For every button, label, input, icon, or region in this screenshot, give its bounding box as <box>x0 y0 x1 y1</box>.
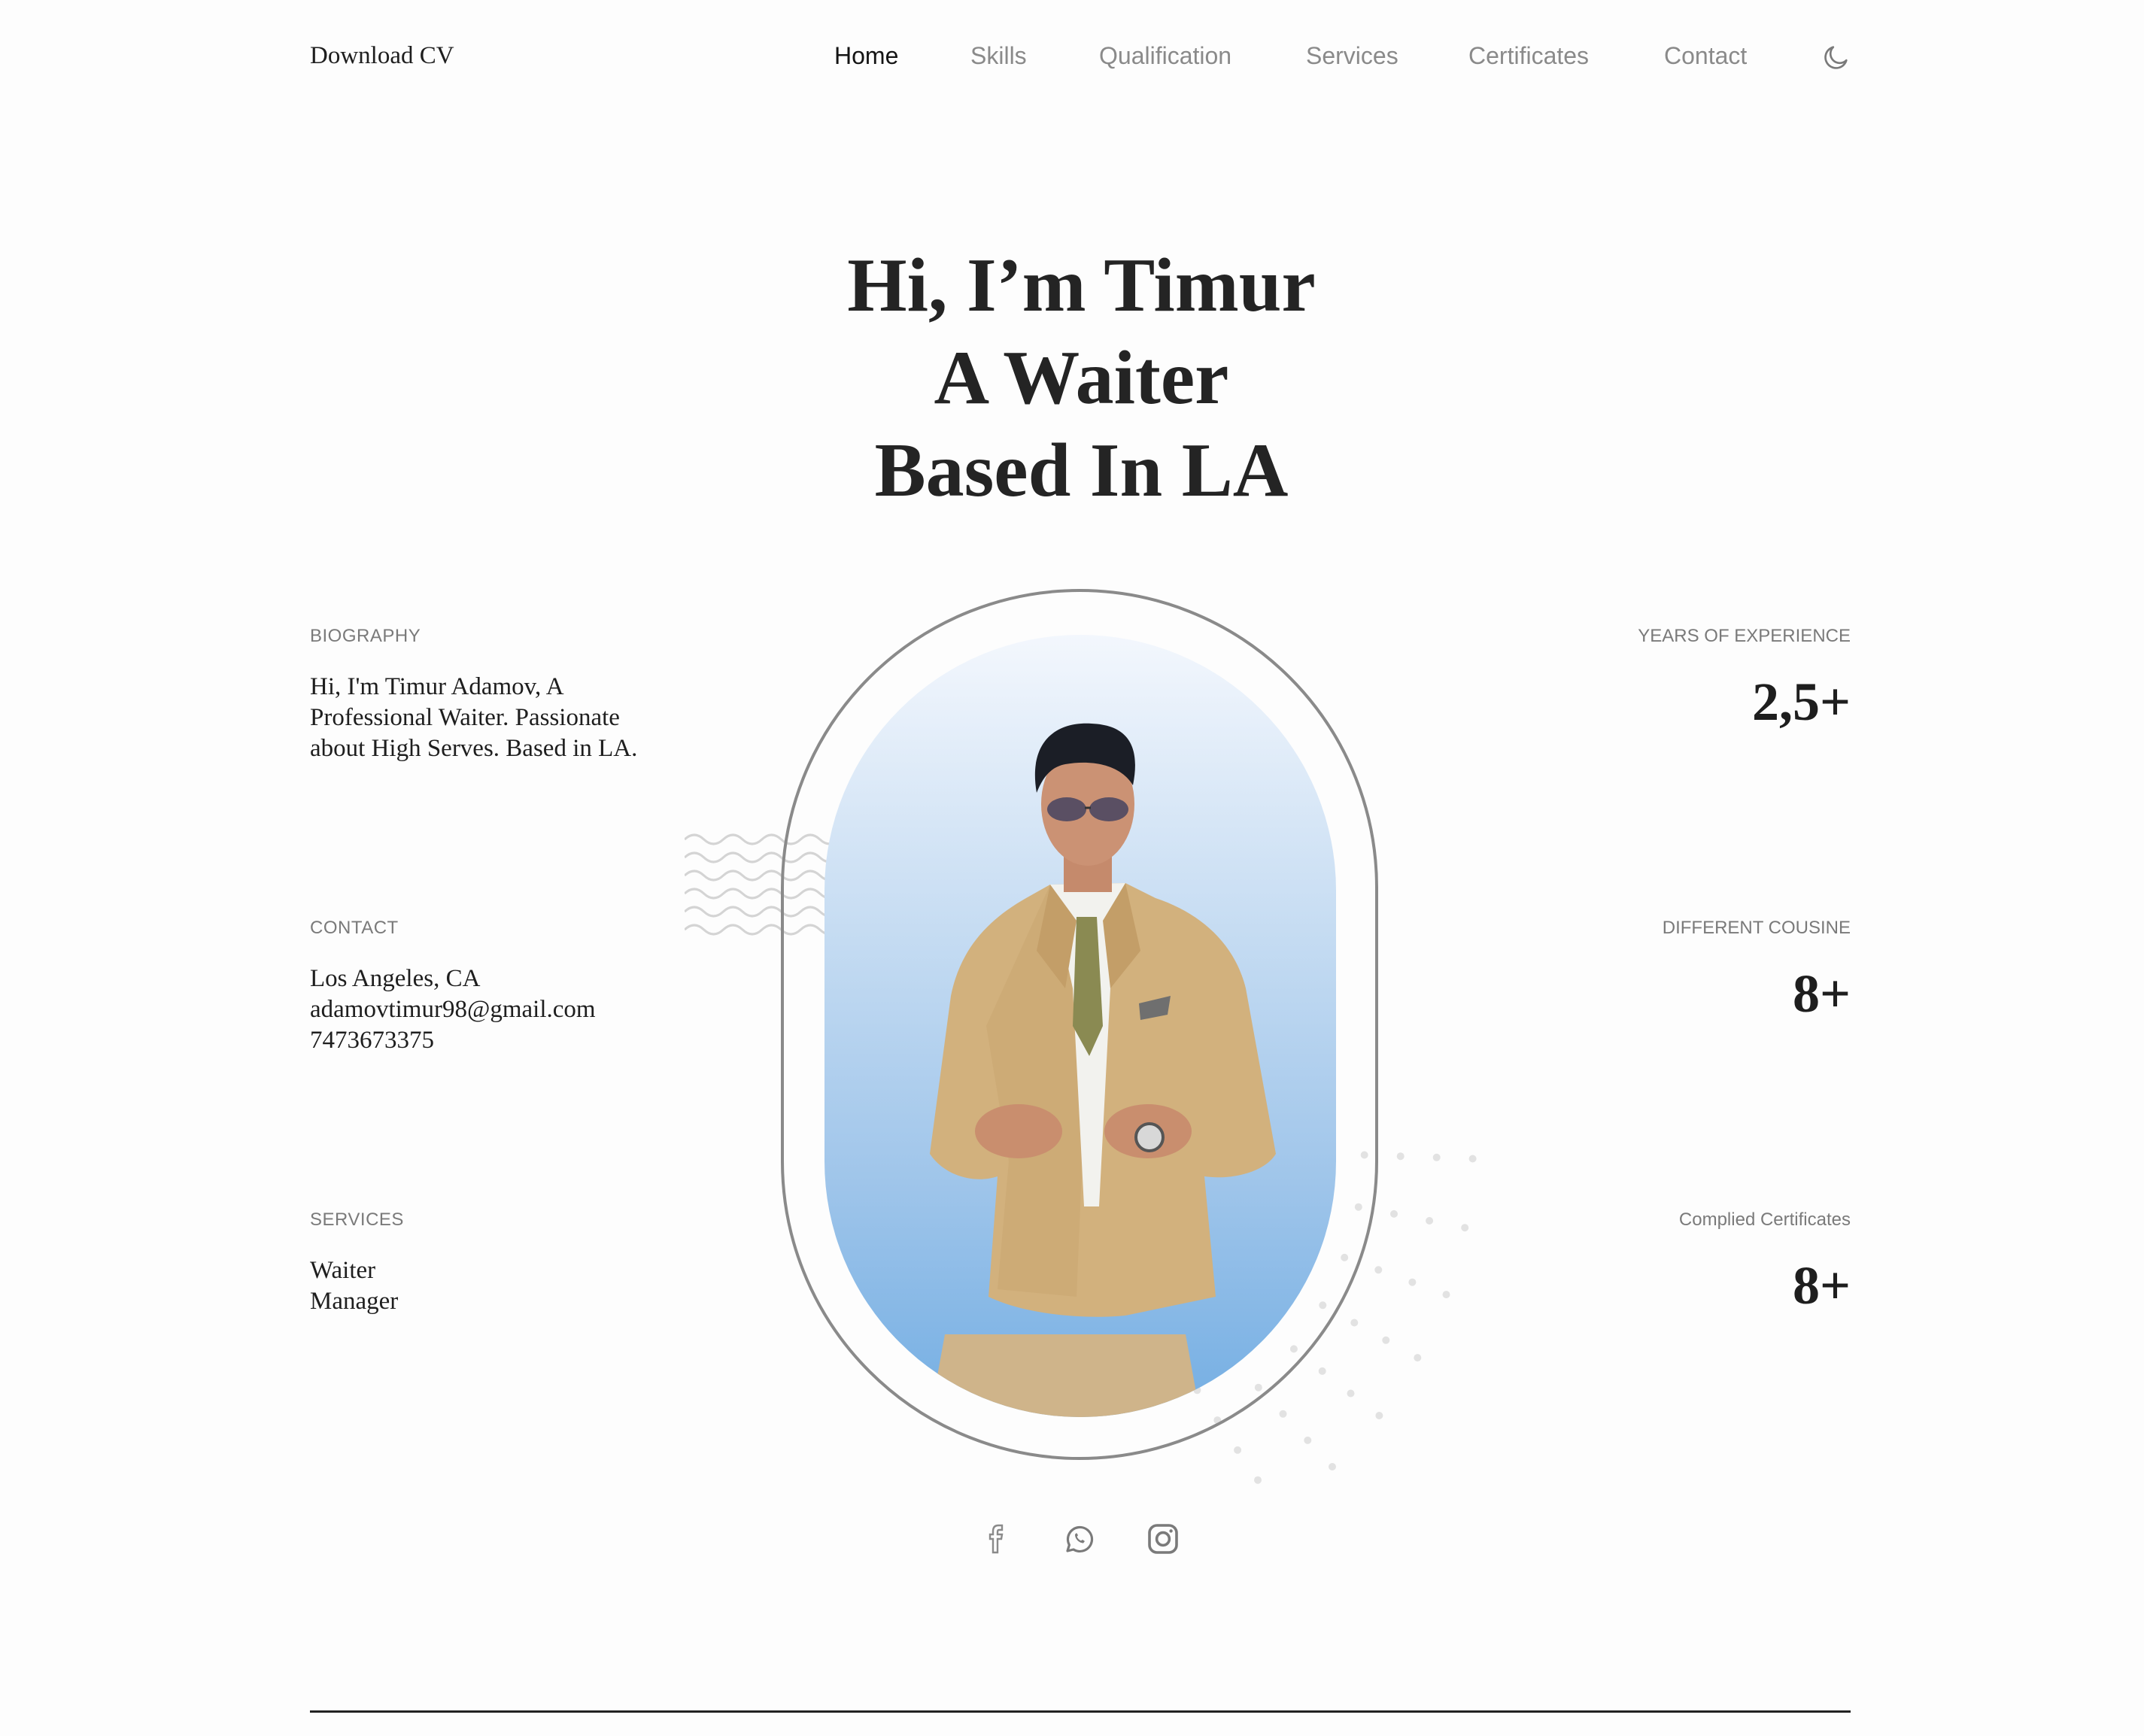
person-illustration <box>930 723 1276 1417</box>
nav-certificates[interactable]: Certificates <box>1468 42 1589 70</box>
hero-line-3: Based In LA <box>874 428 1289 513</box>
nav-home[interactable]: Home <box>834 42 898 70</box>
contact-phone[interactable]: 7473673375 <box>310 1025 596 1056</box>
contact-email[interactable]: adamovtimur98@gmail.com <box>310 994 596 1025</box>
nav-services[interactable]: Services <box>1306 42 1398 70</box>
stat-label-certificates: Complied Certificates <box>1678 1209 1851 1230</box>
service-item: Waiter <box>310 1257 376 1284</box>
biography-line: about High Serves. Based in LA. <box>310 735 638 762</box>
service-item: Manager <box>310 1288 399 1315</box>
stat-value-experience: 2,5+ <box>1751 672 1851 732</box>
profile-photo <box>824 635 1336 1417</box>
biography-text: Hi, I'm Timur Adamov, A Professional Wai… <box>310 672 637 764</box>
stat-value-certificates: 8+ <box>1792 1255 1851 1316</box>
stat-label-cuisine: DIFFERENT COUSINE <box>1662 918 1851 938</box>
instagram-icon[interactable] <box>1145 1521 1181 1557</box>
nav-skills[interactable]: Skills <box>970 42 1027 70</box>
hero-line-1: Hi, I’m Timur <box>847 243 1316 328</box>
contact-details: Los Angeles, CA adamovtimur98@gmail.com … <box>310 964 596 1056</box>
download-cv-link[interactable]: Download CV <box>310 42 454 70</box>
stat-value-cuisine: 8+ <box>1792 964 1851 1024</box>
facebook-icon[interactable] <box>978 1521 1014 1557</box>
page-title: Hi, I’m Timur A Waiter Based In LA <box>0 239 2144 517</box>
moon-icon[interactable] <box>1821 42 1851 72</box>
biography-label: BIOGRAPHY <box>310 626 421 646</box>
nav-qualification[interactable]: Qualification <box>1099 42 1231 70</box>
services-label: SERVICES <box>310 1209 404 1230</box>
stat-label-experience: YEARS OF EXPERIENCE <box>1638 626 1851 646</box>
contact-location: Los Angeles, CA <box>310 965 481 992</box>
footer-divider <box>310 1710 1851 1713</box>
whatsapp-icon[interactable] <box>1061 1521 1098 1557</box>
hero-line-2: A Waiter <box>934 335 1229 420</box>
biography-line: Professional Waiter. Passionate <box>310 704 620 731</box>
nav-contact[interactable]: Contact <box>1664 42 1747 70</box>
services-list: Waiter Manager <box>310 1255 398 1317</box>
contact-label: CONTACT <box>310 918 399 938</box>
biography-line: Hi, I'm Timur Adamov, A <box>310 673 564 700</box>
